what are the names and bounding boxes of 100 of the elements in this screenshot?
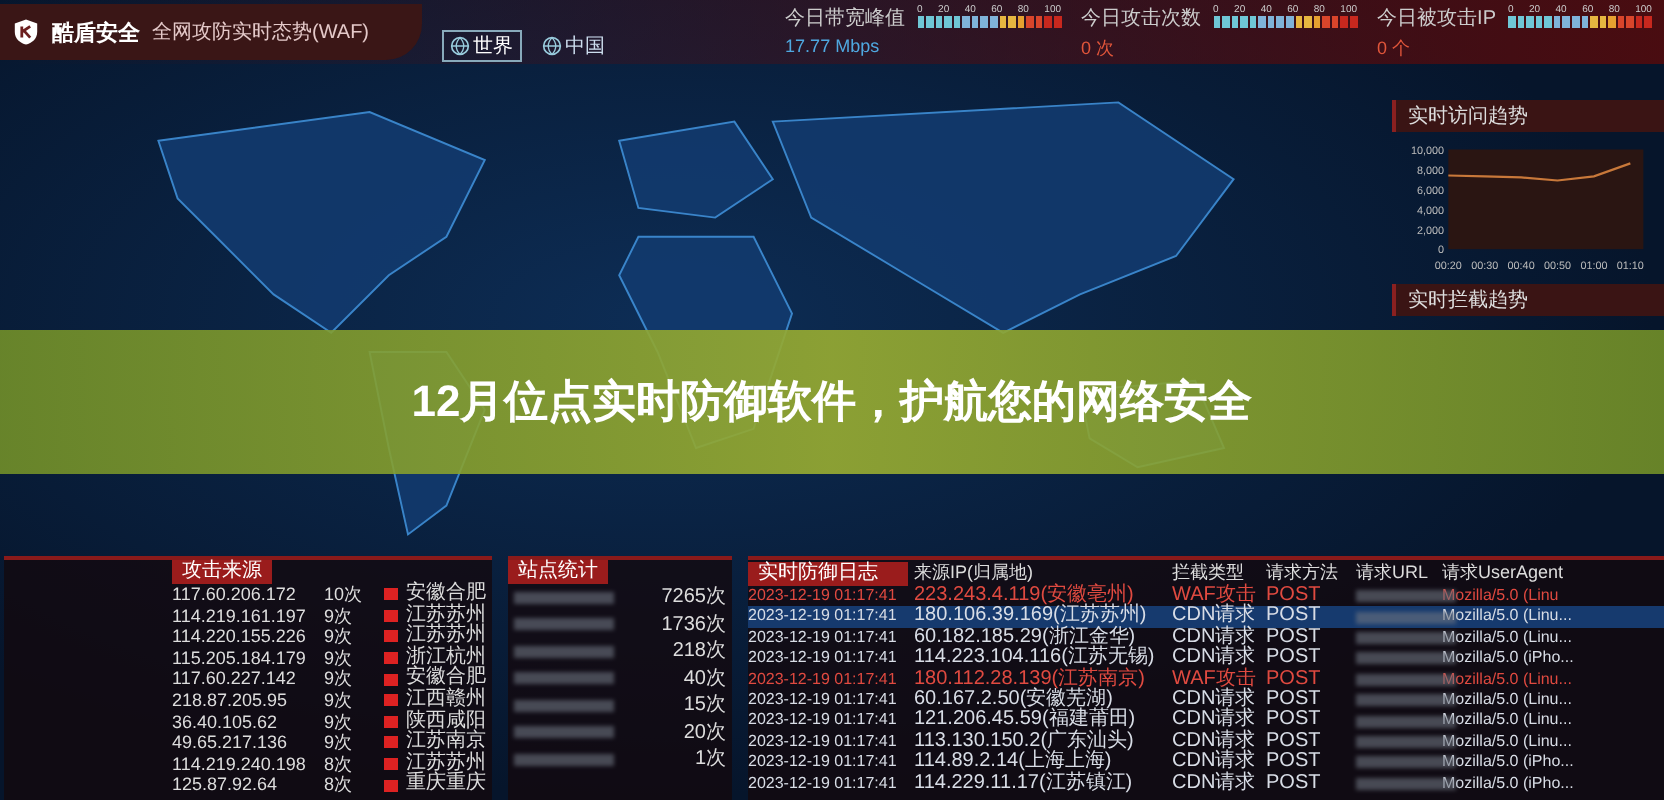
- source-ip: 114.89.2.14(上海上海): [914, 752, 1112, 773]
- user-agent: Mozilla/5.0 (Linu...: [1442, 627, 1574, 649]
- block-type: CDN请求: [1172, 773, 1258, 795]
- block-type: CDN请求: [1172, 710, 1258, 731]
- request-method: POST: [1266, 627, 1323, 648]
- request-method: POST: [1266, 669, 1323, 690]
- log-row[interactable]: 2023-12-19 01:17:41 114.223.104.116(江苏无锡) CDN请求 POST Mozilla/5.0 (iPho...: [748, 648, 1664, 670]
- attack-count: 9次: [324, 605, 355, 627]
- request-method: POST: [1266, 773, 1323, 795]
- block-type: CDN请求: [1172, 752, 1258, 773]
- ip-address: 117.60.206.172: [172, 584, 298, 606]
- source-ip: 223.243.4.119(安徽亳州): [914, 586, 1134, 606]
- user-agent: Mozilla/5.0 (Linu...: [1442, 669, 1574, 691]
- source-ip: 60.182.185.29(浙江金华): [914, 627, 1136, 648]
- location-label: 陕西咸阳: [406, 711, 486, 732]
- attack-count: 9次: [324, 732, 355, 754]
- visit-count: 218次: [672, 638, 726, 665]
- column-header: 请求方法: [1266, 560, 1340, 586]
- attack-count: 9次: [324, 689, 355, 712]
- log-row[interactable]: 2023-12-19 01:17:41 121.206.45.59(福建莆田) CDN请求 POST Mozilla/5.0 (Linu...: [748, 710, 1664, 732]
- panel-tag: 攻击来源: [172, 560, 272, 584]
- log-time: 2023-12-19 01:17:41: [748, 752, 899, 774]
- block-type: WAF攻击: [1172, 586, 1258, 606]
- source-ip: 114.223.104.116(江苏无锡): [914, 648, 1157, 669]
- ip-address: 114.219.161.197: [172, 605, 308, 627]
- attack-count: 9次: [324, 668, 355, 690]
- ip-address: 114.220.155.226: [172, 626, 308, 648]
- panel-tag: 站点统计: [508, 560, 608, 584]
- source-ip: 180.112.28.139(江苏南京): [914, 669, 1147, 690]
- location-label: 江西赣州: [406, 689, 486, 710]
- request-method: POST: [1266, 648, 1323, 670]
- stat-value: 0 个: [1377, 35, 1413, 61]
- log-time: 2023-12-19 01:17:41: [748, 669, 899, 691]
- request-method: POST: [1266, 731, 1323, 752]
- attack-count: 9次: [324, 711, 355, 733]
- ip-address: 117.60.227.142: [172, 668, 298, 690]
- map-tab[interactable]: 世界: [441, 30, 522, 62]
- user-agent: Mozilla/5.0 (Linu: [1442, 586, 1561, 607]
- visit-count: 20次: [683, 719, 726, 746]
- panel-tag: 实时防御日志: [748, 561, 908, 585]
- dashboard-title: 全网攻防实时态势(WAF): [152, 19, 370, 46]
- log-time: 2023-12-19 01:17:41: [748, 586, 899, 607]
- column-header: 拦截类型: [1172, 560, 1246, 583]
- attack-count: 10次: [324, 584, 365, 606]
- ip-address: 114.219.240.198: [172, 753, 308, 775]
- line-series: [1447, 162, 1632, 182]
- visit-count: 15次: [683, 692, 726, 719]
- visit-count: 7265次: [661, 584, 726, 611]
- map-tab[interactable]: 中国: [533, 30, 614, 62]
- attack-count: 8次: [324, 774, 355, 796]
- visit-count: 1次: [694, 746, 726, 773]
- location-label: 江苏南京: [406, 732, 486, 753]
- panel-title: 实时访问趋势: [1392, 100, 1664, 132]
- attack-count: 9次: [324, 626, 355, 648]
- log-time: 2023-12-19 01:17:41: [748, 690, 899, 711]
- block-type: WAF攻击: [1172, 669, 1258, 690]
- panel-title: 实时拦截趋势: [1392, 284, 1664, 316]
- column-header: 来源IP(归属地): [914, 560, 1035, 585]
- request-method: POST: [1266, 586, 1323, 606]
- log-time: 2023-12-19 01:17:41: [748, 773, 899, 795]
- user-agent: Mozilla/5.0 (Linu...: [1442, 731, 1574, 753]
- log-time: 2023-12-19 01:17:41: [748, 710, 899, 732]
- request-method: POST: [1266, 606, 1323, 628]
- block-type: CDN请求: [1172, 627, 1258, 648]
- user-agent: Mozilla/5.0 (iPho...: [1442, 752, 1576, 774]
- block-type: CDN请求: [1172, 731, 1258, 752]
- location-label: 重庆重庆: [406, 774, 486, 796]
- stat-value: 0 次: [1081, 35, 1117, 61]
- log-time: 2023-12-19 01:17:41: [748, 627, 899, 649]
- visit-count: 40次: [683, 665, 726, 692]
- visit-count: 1736次: [661, 611, 726, 638]
- location-label: 安徽合肥: [406, 668, 486, 689]
- location-label: 浙江杭州: [406, 647, 486, 668]
- attack-count: 8次: [324, 753, 355, 775]
- ip-address: 125.87.92.64: [172, 774, 280, 796]
- stat-label: 今日被攻击IP: [1377, 5, 1496, 31]
- source-ip: 121.206.45.59(福建莆田): [914, 710, 1138, 731]
- location-label: 安徽合肥: [406, 584, 486, 604]
- ip-address: 218.87.205.95: [172, 689, 290, 712]
- log-row[interactable]: 2023-12-19 01:17:41 180.106.39.169(江苏苏州) CDN请求 POST Mozilla/5.0 (Linu...: [748, 606, 1664, 628]
- block-type: CDN请求: [1172, 648, 1258, 669]
- user-agent: Mozilla/5.0 (iPho...: [1442, 648, 1576, 670]
- log-row[interactable]: 2023-12-19 01:17:41 114.229.11.17(江苏镇江) CDN请求 POST Mozilla/5.0 (iPho...: [748, 773, 1664, 795]
- block-type: CDN请求: [1172, 606, 1258, 627]
- log-time: 2023-12-19 01:17:41: [748, 731, 899, 753]
- stat-label: 今日攻击次数: [1081, 5, 1202, 31]
- user-agent: Mozilla/5.0 (Linu...: [1442, 710, 1574, 732]
- source-ip: 113.130.150.2(广东汕头): [914, 731, 1136, 752]
- user-agent: Mozilla/5.0 (Linu...: [1442, 690, 1574, 711]
- brand-name: 酷盾安全: [52, 19, 140, 47]
- log-row[interactable]: 2023-12-19 01:17:41 114.89.2.14(上海上海) CDN请求 POST Mozilla/5.0 (iPho...: [748, 752, 1664, 774]
- banner-title: 12月位点实时防御软件，护航您的网络安全: [411, 374, 1253, 430]
- request-method: POST: [1266, 752, 1323, 774]
- ip-address: 49.65.217.136: [172, 732, 290, 754]
- column-header: 请求UserAgent: [1442, 560, 1566, 586]
- user-agent: Mozilla/5.0 (Linu...: [1442, 606, 1574, 628]
- location-label: 江苏苏州: [406, 753, 486, 774]
- column-header: 请求URL: [1356, 560, 1431, 586]
- request-method: POST: [1266, 690, 1323, 711]
- location-label: 江苏苏州: [406, 626, 486, 647]
